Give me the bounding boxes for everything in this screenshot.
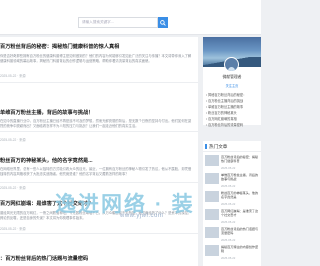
article-list: 百万粉丝背后的秘密：揭秘热门健康科普的惊人真相 你是否好奇那些拥有百万粉丝的健康… [0,37,198,266]
thumbnail-image[interactable] [205,245,219,256]
article-meta: 2025-05-22 · 来源 [0,227,26,231]
hot-article-title[interactable]: 百万粉丝背后的秘密：揭秘热门健康科普 [221,155,260,164]
hot-article-item[interactable]: 百万网红崩塌：是谁害了这个社交奇才 2025-05-22 [205,209,260,226]
hot-articles-card: 热门文章 百万粉丝背后的秘密：揭秘热门健康科普 2025-05-22 单维百万粉… [203,141,261,266]
thumbnail-image[interactable] [205,191,219,202]
hot-article-title[interactable]: 百万粉丝背后的热门话题与流量密码 [221,227,260,236]
thumbnail-image[interactable] [205,173,219,184]
hot-article-meta: 2025-05-22 [221,202,236,206]
thumbnail-image[interactable] [205,155,219,166]
hot-article-item[interactable]: 揭秘百万博主的内容创作逻辑 2025-05-22 [205,245,260,262]
hot-article-title[interactable]: 百万网红崩塌：是谁害了这个社交奇才 [221,209,260,218]
hot-article-meta: 2025-05-22 [221,184,236,188]
hot-article-title[interactable]: 单维百万粉丝主播，背后的故事与挑战 [221,173,260,182]
search-icon [160,19,166,26]
thumbnail-image[interactable] [205,209,219,220]
article-title[interactable]: 单维百万粉丝主播，背后的故事与挑战！ [0,110,93,116]
article-excerpt: 在网络世界里，总有一些人以独特的方式吸引着大众的目光。最近，一位拥有百万粉丝的神… [0,167,192,176]
article-title[interactable]: 粉丝百万的神秘某头，他的名字竟然是... [0,158,93,164]
list-item[interactable]: ：百万粉丝背后的热门话题与流量密码 [0,234,198,266]
list-item[interactable]: 百万粉丝背后的秘密：揭秘热门健康科普的惊人真相 你是否好奇那些拥有百万粉丝的健康… [0,37,198,83]
hot-article-item[interactable]: 百万粉丝背后的热门话题与流量密码 2025-05-22 [205,227,260,244]
list-item[interactable]: 单维百万粉丝主播，背后的故事与挑战！ 在如今的直播行业中，百万粉丝主播已经不再是… [0,83,198,132]
profile-card: 佛献管理者 关注主页 揭秘百万粉丝背后的秘密： 百万粉丝主播背后的挑战 单维百万… [203,37,261,128]
article-excerpt: 你是否好奇那些拥有百万粉丝的健康科普博主是如何做到的？他们的内容为何能够引发如此… [0,54,192,63]
profile-link[interactable]: 百万粉丝背后的流量密码 [206,122,260,128]
list-item[interactable]: 2025-05-22 · 来源 粉丝百万的神秘某头，他的名字竟然是... 在网络… [0,132,198,183]
article-meta: 2025-05-22 · 来源 [0,186,26,190]
top-bar: 请输入搜索关键字... [0,0,261,35]
watermark-url: www.yjwl.com [120,213,164,219]
thumbnail-image[interactable] [205,227,219,238]
article-excerpt: 在如今的直播行业中，百万粉丝主播已经不再是遥不可及的梦想，然而光鲜亮丽的背后，是… [0,119,192,128]
article-title[interactable]: ：百万粉丝背后的热门话题与流量密码 [0,256,88,262]
article-meta: 2025-05-22 · 来源 [0,74,26,78]
article-meta: 2025-05-22 · 来源 [0,138,26,142]
hot-article-item[interactable]: 百万粉丝背后的秘密：揭秘热门健康科普 2025-05-22 [205,155,260,172]
follow-link[interactable]: 关注主页 [203,83,261,88]
avatar[interactable] [224,57,239,72]
article-title[interactable]: 百万粉丝背后的秘密：揭秘热门健康科普的惊人真相 [0,44,119,50]
hot-article-item[interactable]: 粉丝百万的神秘某头，他的名字竟然是 2025-05-22 [205,191,260,208]
search-button[interactable] [158,17,168,28]
profile-nickname: 佛献管理者 [222,75,242,79]
hot-article-meta: 2025-05-22 [221,256,236,260]
hot-article-meta: 2025-05-22 [221,220,236,224]
hot-article-title[interactable]: 揭秘百万博主的内容创作逻辑 [221,245,260,254]
hot-article-meta: 2025-05-22 [221,238,236,242]
hot-article-title[interactable]: 粉丝百万的神秘某头，他的名字竟然是 [221,191,260,200]
hot-articles-header: 热门文章 [203,141,261,152]
hot-article-item[interactable]: 单维百万粉丝主播，背后的故事与挑战 2025-05-22 [205,173,260,190]
profile-link-list: 揭秘百万粉丝背后的秘密： 百万粉丝主播背后的挑战 单维百万粉丝主播的故事 粉丝百… [206,92,260,128]
hot-article-meta: 2025-05-22 [221,166,236,170]
search-input[interactable]: 请输入搜索关键字... [78,17,158,28]
